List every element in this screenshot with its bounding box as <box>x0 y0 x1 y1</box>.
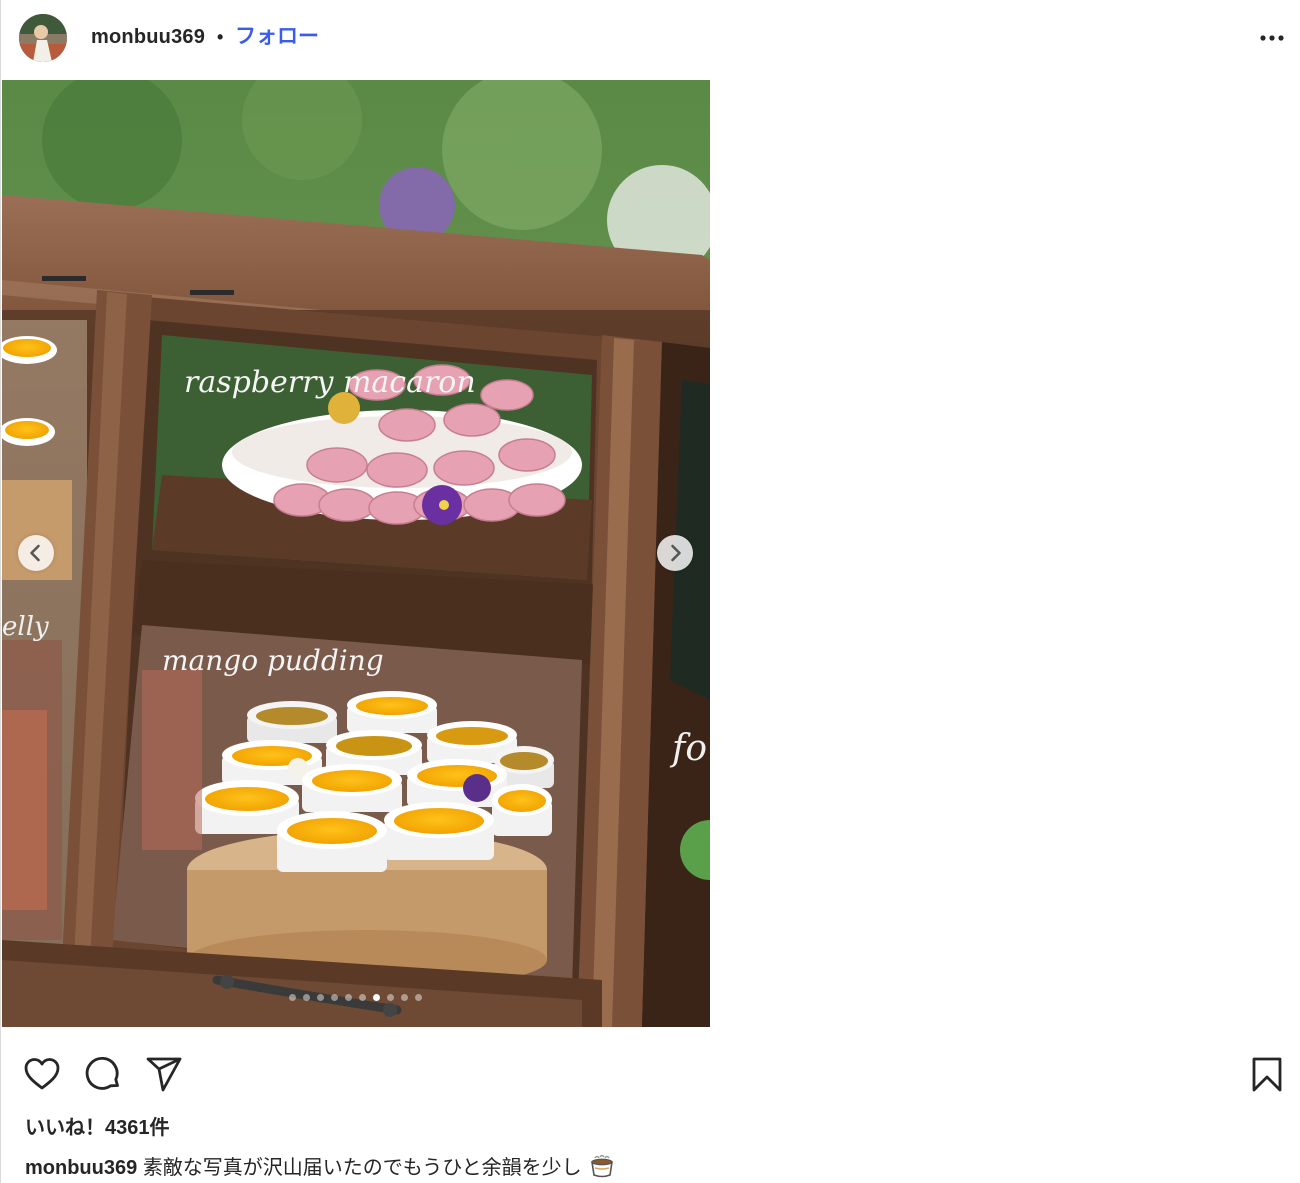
send-icon <box>146 1057 182 1092</box>
caption-text: 素敵な写真が沢山届いたのでもうひと余韻を少し <box>142 1157 582 1179</box>
carousel-dot <box>414 994 422 1001</box>
svg-text:elly: elly <box>2 612 49 642</box>
carousel-indicator <box>2 994 709 1004</box>
action-bar <box>1 1048 1300 1098</box>
like-button[interactable] <box>22 1054 62 1094</box>
more-horizontal-icon <box>1260 35 1284 41</box>
carousel-dot <box>344 994 352 1001</box>
avatar[interactable] <box>19 14 67 62</box>
carousel-dot <box>386 994 394 1001</box>
carousel-dot <box>330 994 338 1001</box>
chevron-left-icon <box>30 544 40 562</box>
bookmark-icon <box>1252 1057 1282 1092</box>
save-button[interactable] <box>1247 1054 1287 1094</box>
more-options-button[interactable] <box>1255 26 1291 50</box>
comment-icon <box>85 1057 119 1090</box>
label-raspberry-macaron: raspberry macaron <box>184 365 476 400</box>
carousel-dot <box>358 994 366 1001</box>
post-photo: raspberry macaron mango pudding elly fo <box>2 80 710 1027</box>
post-header: monbuu369 • フォロー <box>1 0 1300 76</box>
carousel-dot <box>372 994 380 1001</box>
follow-button[interactable]: フォロー <box>235 24 319 50</box>
coffee-cup-icon <box>589 1154 615 1178</box>
caption: monbuu369 素敵な写真が沢山届いたのでもうひと余韻を少し <box>25 1154 615 1181</box>
svg-text:fo: fo <box>669 728 707 769</box>
share-button[interactable] <box>144 1054 184 1094</box>
carousel-next-button[interactable] <box>657 535 693 571</box>
heart-icon <box>24 1058 60 1090</box>
separator-dot: • <box>217 27 224 47</box>
carousel-dot <box>400 994 408 1001</box>
carousel-dot <box>288 994 296 1001</box>
caption-username[interactable]: monbuu369 <box>25 1157 137 1179</box>
carousel-dot <box>302 994 310 1001</box>
chevron-right-icon <box>671 544 681 562</box>
comment-button[interactable] <box>83 1054 123 1094</box>
carousel-prev-button[interactable] <box>18 535 54 571</box>
post-media[interactable]: raspberry macaron mango pudding elly fo <box>2 80 710 1027</box>
carousel-dot <box>316 994 324 1001</box>
instagram-post: monbuu369 • フォロー raspberry macaron mango… <box>0 0 1300 1183</box>
username-link[interactable]: monbuu369 <box>91 25 205 49</box>
likes-count[interactable]: いいね！4361件 <box>25 1115 170 1141</box>
